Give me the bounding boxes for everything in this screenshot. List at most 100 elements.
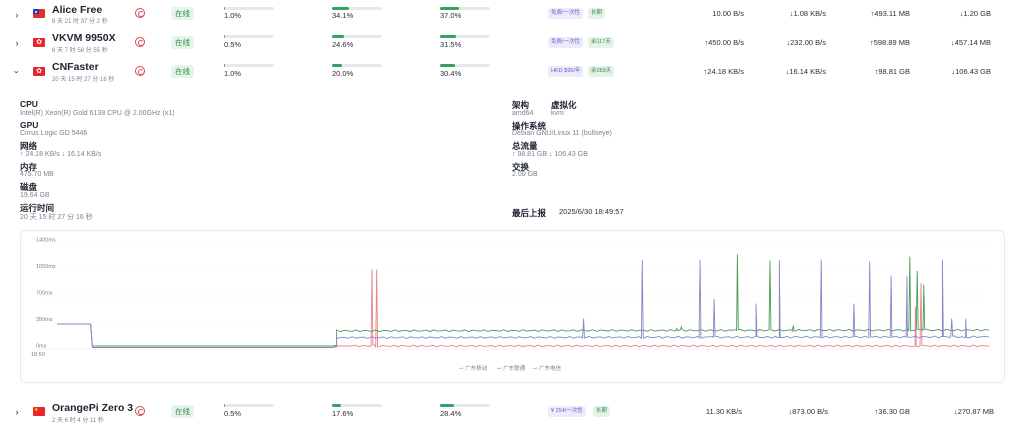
cpu-bar [224,7,274,10]
cpu-percent: 0.5% [224,409,242,418]
server-name[interactable]: CNFaster [52,61,99,73]
server-row-vkvm-9950x[interactable]: › VKVM 9950X 6 天 7 时 58 分 55 秒 在线 0.5% 2… [0,29,1024,55]
server-uptime: 6 天 7 时 58 分 55 秒 [52,48,108,54]
status-badge: 在线 [171,405,194,418]
flag-hk-icon [33,38,45,47]
latency-chart: 1400ms 1050ms 700ms 350ms 0ms 18:50 ⊸ 广东移动 ⊸ … [20,230,1005,383]
price-tag: 免费/一次性 [548,37,584,48]
legend-label: 广东电信 [539,366,562,372]
disk-bar [440,35,490,38]
disk-percent: 31.5% [440,40,462,49]
detail-mem-value: 475.70 MB [20,171,54,178]
latency-chart-svg: 1400ms 1050ms 700ms 350ms 0ms 18:50 [31,238,990,358]
mem-bar [332,64,382,67]
y-tick-label: 0ms [36,344,47,350]
detail-os-value: Debian GNU/Linux 11 (bullseye) [512,130,612,137]
debian-icon [135,66,145,76]
debian-icon [135,8,145,18]
cpu-percent: 0.5% [224,40,242,49]
flag-tw-icon [33,9,45,18]
disk-bar-fill [440,64,456,67]
series-line [57,254,990,347]
disk-percent: 37.0% [440,11,462,20]
detail-virt-value: kvm [551,110,564,117]
total-down: ↓270.87 MB [953,407,994,416]
y-tick-label: 350ms [36,317,53,323]
server-name[interactable]: OrangePi Zero 3 [52,402,133,414]
x-tick-label: 18:50 [31,352,45,358]
detail-cpu-label: CPU [20,99,38,109]
server-name[interactable]: VKVM 9950X [52,32,116,44]
cpu-bar [224,64,274,67]
cpu-bar-fill [224,64,225,67]
disk-bar-fill [440,7,459,10]
mem-bar [332,404,382,407]
y-tick-label: 1400ms [36,238,56,244]
detail-net-value: ↑ 24.18 KB/s ↓ 16.14 KB/s [20,151,102,158]
series-line [57,269,990,349]
total-up: ↑98.81 GB [874,67,910,76]
server-uptime: 20 天 15 时 27 分 16 秒 [52,77,115,83]
server-row-alice-free[interactable]: › Alice Free 8 天 21 时 37 分 2 秒 在线 1.0% 3… [0,0,1024,26]
cpu-bar-fill [224,7,225,10]
total-down: ↓457.14 MB [950,38,991,47]
total-down: ↓106.43 GB [951,67,991,76]
chevron-down-icon[interactable]: › [12,67,22,77]
mem-percent: 34.1% [332,11,354,20]
net-down-speed: ↓873.00 B/s [788,407,828,416]
legend-item-0[interactable]: ⊸ 广东移动 [459,364,487,372]
mem-bar-fill [332,404,341,407]
mem-bar-fill [332,64,342,67]
server-row-cnfaster[interactable]: › CNFaster 20 天 15 时 27 分 16 秒 在线 1.0% 2… [0,58,1024,84]
cpu-bar-fill [224,35,225,38]
disk-bar [440,64,490,67]
mem-percent: 20.0% [332,69,354,78]
status-badge: 在线 [171,65,194,78]
disk-bar [440,404,490,407]
detail-cpu-value: Intel(R) Xeon(R) Gold 6138 CPU @ 2.00GHz… [20,110,175,117]
expiry-tag: 长期 [593,406,611,417]
net-down-speed: ↓16.14 KB/s [785,67,826,76]
disk-bar-fill [440,35,456,38]
detail-last-report-label: 最后上报 [512,208,547,218]
chevron-right-icon[interactable]: › [12,407,22,417]
chevron-right-icon[interactable]: › [12,10,22,20]
detail-traffic-value: ↑ 98.81 GB ↓ 106.43 GB [512,151,588,158]
price-tag: ¥ 254/一次性 [548,406,586,417]
legend-label: 广东联通 [503,366,526,372]
mem-bar-fill [332,35,345,38]
total-up: ↑36.30 GB [874,407,910,416]
flag-cn-icon [33,407,45,416]
total-up: ↑493.11 MB [870,9,910,18]
cpu-percent: 1.0% [224,11,242,20]
disk-bar [440,7,490,10]
y-tick-label: 1050ms [36,264,56,270]
debian-icon [135,406,145,416]
net-up-speed: 10.00 B/s [712,9,744,18]
cpu-percent: 1.0% [224,69,242,78]
chevron-right-icon[interactable]: › [12,38,22,48]
expiry-tag: 余117天 [588,37,614,48]
status-badge: 在线 [171,7,194,20]
mem-bar [332,35,382,38]
status-badge: 在线 [171,36,194,49]
detail-gpu-label: GPU [20,120,39,130]
mem-bar [332,7,382,10]
server-name[interactable]: Alice Free [52,4,102,16]
legend-item-2[interactable]: ⊸ 广东电信 [533,364,561,372]
detail-gpu-value: Cirrus Logic GD 5446 [20,130,88,137]
server-row-orangepi-zero-3[interactable]: › OrangePi Zero 3 2 天 6 时 4 分 11 秒 在线 0.… [0,400,1024,426]
series-line [57,259,990,348]
legend-item-1[interactable]: ⊸ 广东联通 [497,364,525,372]
price-tag: HKD $95/年 [548,66,584,77]
price-tag: 免费/一次性 [548,8,584,19]
mem-bar-fill [332,7,350,10]
cpu-bar [224,404,274,407]
disk-bar-fill [440,404,455,407]
detail-swap-value: 2.00 GB [512,171,538,178]
disk-percent: 30.4% [440,69,462,78]
net-up-speed: ↑24.18 KB/s [703,67,744,76]
expiry-tag: 长期 [588,8,606,19]
detail-last-report-value: 2025/6/30 18:49:57 [559,207,624,216]
net-up-speed: 11.30 KB/s [705,407,742,416]
